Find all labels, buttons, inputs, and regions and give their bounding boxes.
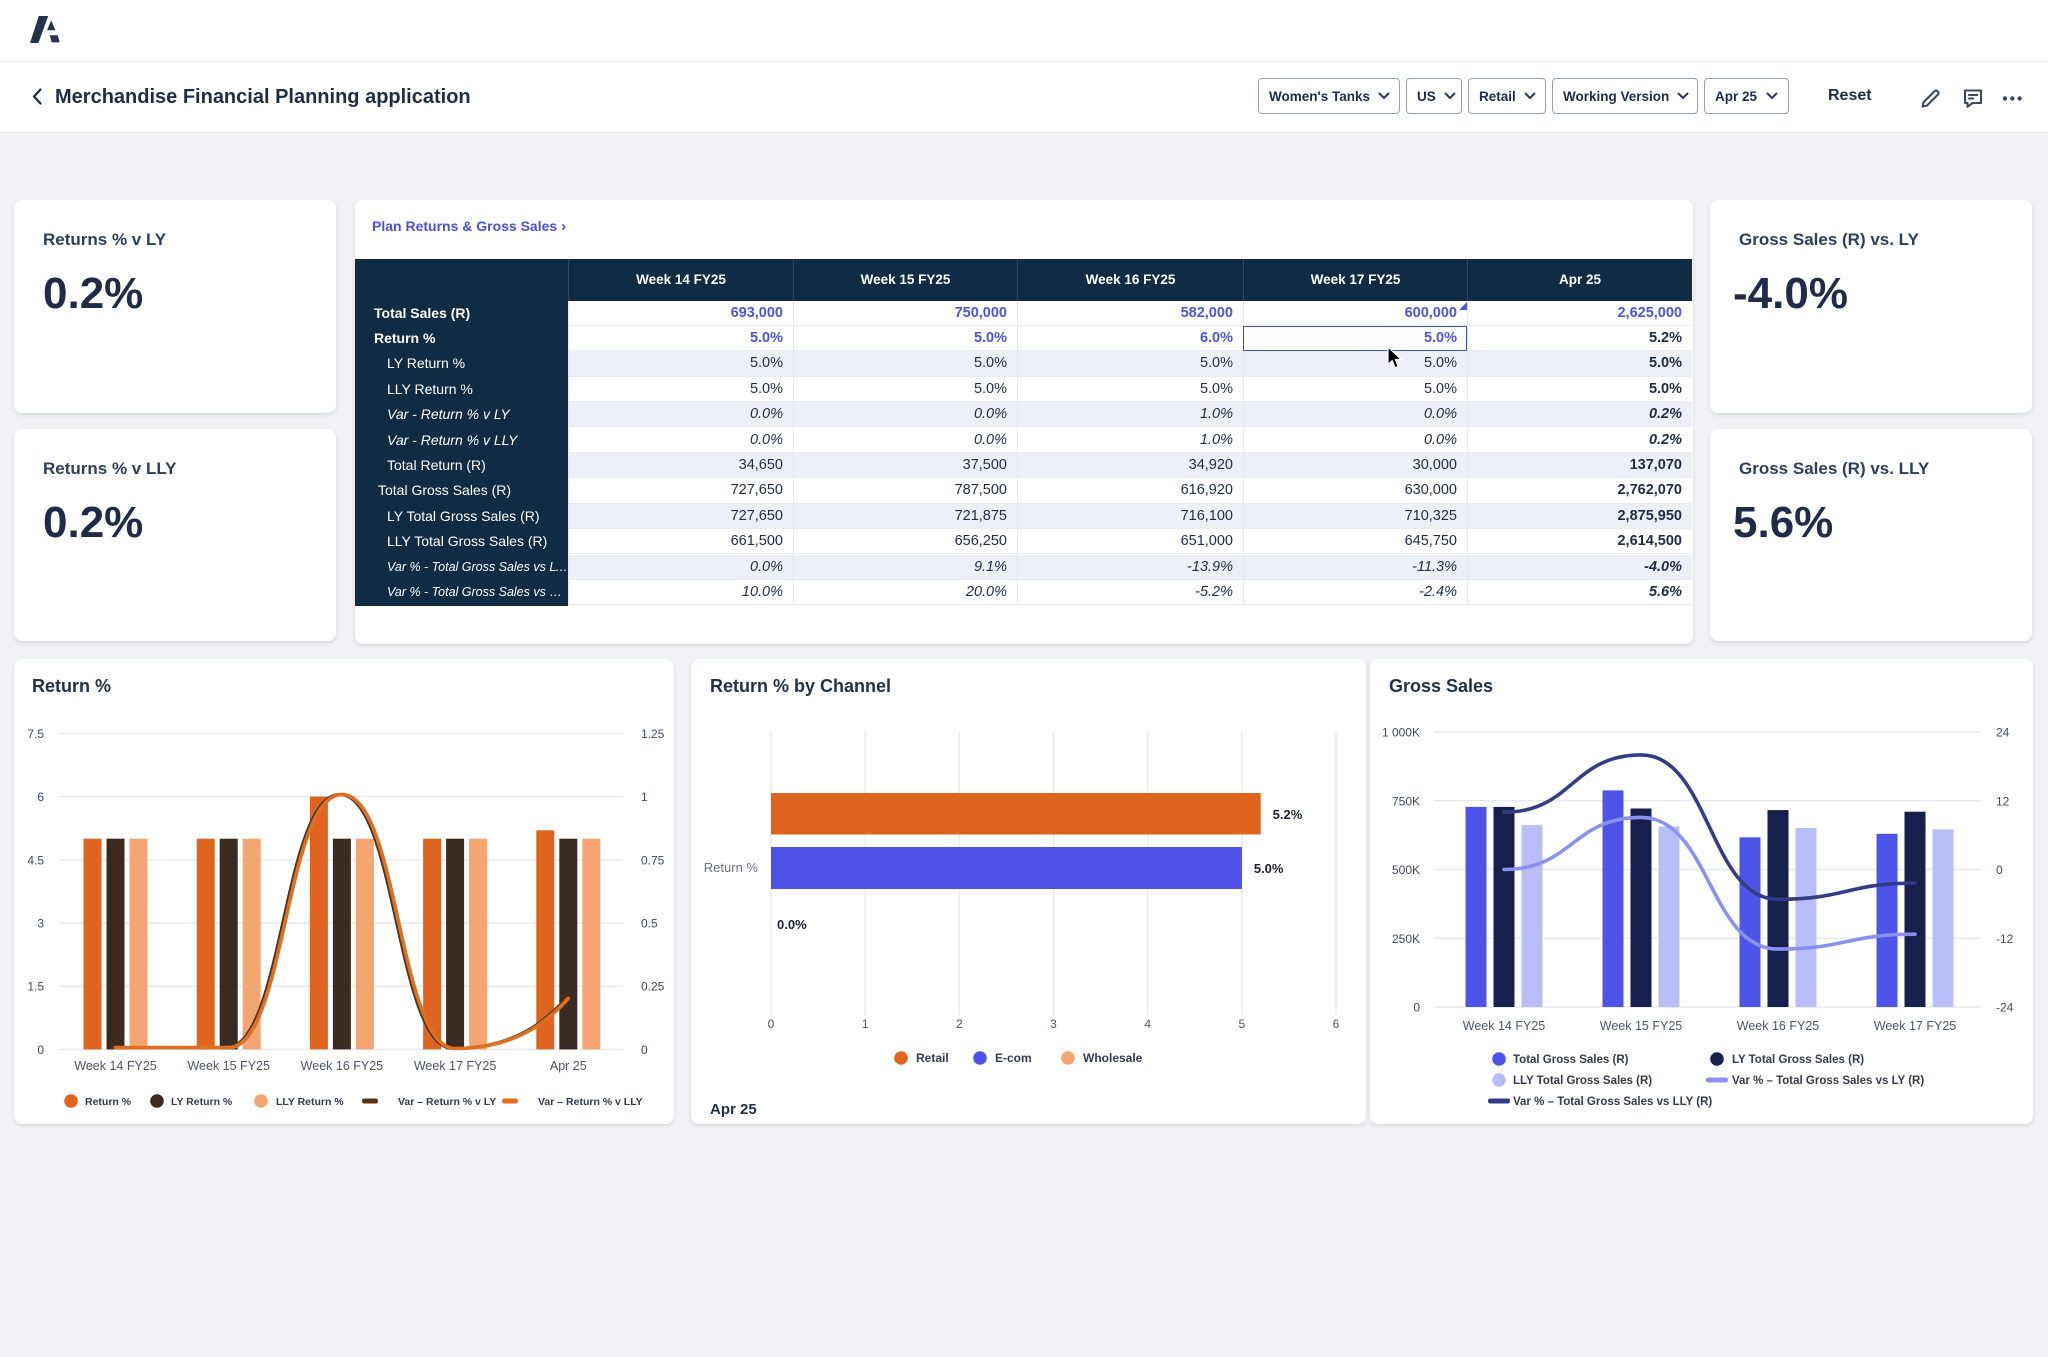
svg-text:0.25: 0.25 [641,980,665,994]
svg-text:1: 1 [862,1017,869,1031]
svg-text:0: 0 [1996,863,2003,877]
svg-text:E-com: E-com [995,1051,1032,1065]
svg-text:Week 15 FY25: Week 15 FY25 [187,1059,270,1073]
svg-text:5: 5 [1239,1017,1246,1031]
svg-text:Var – Return % v LLY: Var – Return % v LLY [538,1096,643,1108]
svg-text:5.2%: 5.2% [1273,807,1303,822]
svg-text:Gross Sales: Gross Sales [1389,676,1493,696]
svg-text:0: 0 [641,1043,648,1057]
svg-text:-12: -12 [1996,932,2014,946]
svg-text:Return %: Return % [32,676,111,696]
svg-text:Apr 25: Apr 25 [550,1059,587,1073]
svg-text:500K: 500K [1392,863,1420,877]
svg-text:0: 0 [1413,1001,1420,1015]
svg-text:4: 4 [1144,1017,1151,1031]
svg-text:Total Gross Sales (R): Total Gross Sales (R) [1513,1054,1629,1066]
svg-text:12: 12 [1996,794,2010,808]
svg-text:Apr 25: Apr 25 [710,1101,757,1118]
svg-text:7.5: 7.5 [27,727,44,741]
svg-text:LY Return %: LY Return % [171,1096,233,1108]
svg-text:Return %: Return % [704,860,759,875]
svg-text:Var % – Total Gross Sales vs L: Var % – Total Gross Sales vs LY (R) [1732,1075,1924,1087]
svg-text:1 000K: 1 000K [1382,726,1420,740]
svg-text:5.0%: 5.0% [1254,861,1284,876]
svg-text:Week 17 FY25: Week 17 FY25 [1874,1019,1957,1033]
svg-text:1: 1 [641,790,648,804]
svg-text:4.5: 4.5 [27,853,44,867]
svg-text:Week 14 FY25: Week 14 FY25 [1463,1019,1546,1033]
svg-text:Retail: Retail [916,1051,949,1065]
svg-text:750K: 750K [1392,794,1420,808]
svg-text:LLY Return %: LLY Return % [276,1096,344,1108]
svg-text:3: 3 [1050,1017,1057,1031]
svg-text:Week 16 FY25: Week 16 FY25 [301,1059,384,1073]
svg-text:24: 24 [1996,726,2010,740]
svg-text:6: 6 [37,790,44,804]
svg-text:Return % by Channel: Return % by Channel [710,676,891,696]
svg-text:6: 6 [1333,1017,1340,1031]
svg-text:0.5: 0.5 [641,917,658,931]
svg-text:2: 2 [956,1017,963,1031]
svg-text:Week 15 FY25: Week 15 FY25 [1600,1019,1683,1033]
svg-text:0.75: 0.75 [641,853,665,867]
svg-text:0: 0 [37,1043,44,1057]
svg-text:LY Total Gross Sales (R): LY Total Gross Sales (R) [1732,1054,1864,1066]
svg-text:Return %: Return % [85,1096,132,1108]
svg-text:1.25: 1.25 [641,727,665,741]
svg-text:Week 14 FY25: Week 14 FY25 [74,1059,157,1073]
svg-text:-24: -24 [1996,1001,2014,1015]
svg-text:Week 17 FY25: Week 17 FY25 [414,1059,497,1073]
svg-text:LLY Total Gross Sales (R): LLY Total Gross Sales (R) [1513,1075,1652,1087]
svg-text:0.0%: 0.0% [777,917,807,932]
svg-text:3: 3 [37,917,44,931]
svg-text:Var % – Total Gross Sales vs L: Var % – Total Gross Sales vs LLY (R) [1513,1096,1712,1108]
svg-text:Week 16 FY25: Week 16 FY25 [1737,1019,1820,1033]
svg-text:0: 0 [768,1017,775,1031]
svg-text:Wholesale: Wholesale [1083,1051,1143,1065]
svg-text:Var – Return % v LY: Var – Return % v LY [398,1096,496,1108]
svg-text:250K: 250K [1392,932,1420,946]
svg-text:1.5: 1.5 [27,980,44,994]
